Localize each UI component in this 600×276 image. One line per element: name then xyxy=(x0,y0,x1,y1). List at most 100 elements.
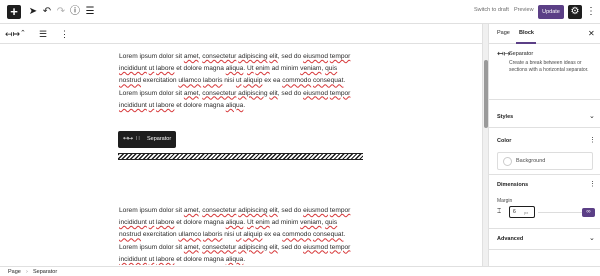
misspelled-word[interactable]: laboris xyxy=(203,77,222,84)
breadcrumb-item-separator[interactable]: Separator xyxy=(33,269,57,275)
more-options-icon[interactable]: ⋮ xyxy=(60,28,69,40)
sidebar-tabs: Page Block ✕ xyxy=(489,24,600,44)
misspelled-word[interactable]: adipiscing xyxy=(238,53,267,60)
align-icon[interactable]: ☰ xyxy=(39,28,47,40)
misspelled-word[interactable]: amet xyxy=(184,244,199,251)
misspelled-word[interactable]: commodo xyxy=(282,77,311,84)
advanced-panel-header[interactable]: Advanced ⌄ xyxy=(489,228,600,250)
misspelled-word[interactable]: aliqua xyxy=(226,256,244,263)
misspelled-word[interactable]: consequat xyxy=(313,231,343,238)
misspelled-word[interactable]: elit xyxy=(269,207,277,214)
select-tool-icon[interactable]: ➤ xyxy=(27,6,39,18)
chevron-down-icon[interactable]: ⌄ xyxy=(589,112,595,120)
switch-to-draft-link[interactable]: Switch to draft xyxy=(474,7,509,13)
misspelled-word[interactable]: ut xyxy=(149,102,155,109)
kebab-icon[interactable]: ⋮ xyxy=(586,5,596,19)
block-type-label: Separator xyxy=(147,136,172,142)
misspelled-word[interactable]: laboris xyxy=(203,231,222,238)
misspelled-word[interactable]: labore xyxy=(156,256,174,263)
misspelled-word[interactable]: veniam xyxy=(300,219,321,226)
misspelled-word[interactable]: ut xyxy=(149,256,155,263)
misspelled-word[interactable]: enim xyxy=(255,219,269,226)
misspelled-word[interactable]: Ut xyxy=(247,219,254,226)
paragraph-block[interactable]: Lorem ipsum dolor sit amet, consectetur … xyxy=(119,205,365,265)
undo-icon[interactable]: ↶ xyxy=(41,6,53,18)
breadcrumb-item-page[interactable]: Page xyxy=(8,269,21,275)
close-icon[interactable]: ✕ xyxy=(588,29,595,38)
tab-block[interactable]: Block xyxy=(519,30,534,36)
misspelled-word[interactable]: adipiscing xyxy=(238,207,267,214)
drag-handle-icon[interactable]: ∷ xyxy=(136,134,140,145)
misspelled-word[interactable]: consectetur xyxy=(202,207,236,214)
preview-link[interactable]: Preview xyxy=(514,7,534,13)
more-options-icon[interactable]: ⋮ xyxy=(589,180,596,188)
misspelled-word[interactable]: Ut xyxy=(247,65,254,72)
info-icon[interactable]: ⓘ xyxy=(69,6,81,18)
misspelled-word[interactable]: amet xyxy=(184,53,199,60)
misspelled-word[interactable]: incididunt xyxy=(119,256,147,263)
misspelled-word[interactable]: amet xyxy=(184,90,199,97)
margin-unit[interactable]: px xyxy=(524,210,528,215)
misspelled-word[interactable]: enim xyxy=(255,65,269,72)
misspelled-word[interactable]: aliquip xyxy=(243,77,262,84)
gear-icon[interactable]: ⚙ xyxy=(568,5,582,19)
misspelled-word[interactable]: ut xyxy=(149,65,155,72)
chevron-down-icon[interactable]: ⌄ xyxy=(589,234,595,242)
misspelled-word[interactable]: veniam xyxy=(300,65,321,72)
update-button[interactable]: Update xyxy=(538,5,564,19)
link-sides-icon[interactable]: ∞ xyxy=(582,208,595,217)
separator-icon[interactable]: ↤↦ xyxy=(5,28,20,40)
misspelled-word[interactable]: eiusmod xyxy=(303,207,328,214)
misspelled-word[interactable]: amet xyxy=(184,207,199,214)
misspelled-word[interactable]: labore xyxy=(156,65,174,72)
paragraph-block[interactable]: Lorem ipsum dolor sit amet, consectetur … xyxy=(119,51,365,112)
misspelled-word[interactable]: consectetur xyxy=(202,244,236,251)
misspelled-word[interactable]: commodo xyxy=(282,231,311,238)
separator-block[interactable] xyxy=(118,153,363,160)
misspelled-word[interactable]: adipiscing xyxy=(238,244,267,251)
misspelled-word[interactable]: eiusmod xyxy=(303,244,328,251)
separator-icon[interactable]: ↤↦ xyxy=(123,134,133,145)
misspelled-word[interactable]: tempor xyxy=(330,90,351,97)
margin-input[interactable]: 6 px xyxy=(509,206,535,218)
misspelled-word[interactable]: adipiscing xyxy=(238,90,267,97)
misspelled-word[interactable]: labore xyxy=(156,102,174,109)
misspelled-word[interactable]: eiusmod xyxy=(303,53,328,60)
styles-panel-header[interactable]: Styles ⌄ xyxy=(489,106,600,128)
list-view-icon[interactable]: ☰ xyxy=(84,6,96,18)
misspelled-word[interactable]: labore xyxy=(156,219,174,226)
misspelled-word[interactable]: ut xyxy=(236,77,242,84)
misspelled-word[interactable]: tempor xyxy=(330,244,351,251)
redo-icon[interactable]: ↷ xyxy=(55,6,67,18)
tab-page[interactable]: Page xyxy=(497,30,510,36)
misspelled-word[interactable]: incididunt xyxy=(119,65,147,72)
misspelled-word[interactable]: nostrud xyxy=(119,231,141,238)
misspelled-word[interactable]: aliqua xyxy=(226,102,244,109)
add-block-button[interactable]: + xyxy=(7,5,21,19)
misspelled-word[interactable]: incididunt xyxy=(119,219,147,226)
misspelled-word[interactable]: consequat xyxy=(313,77,343,84)
misspelled-word[interactable]: quis xyxy=(325,65,337,72)
misspelled-word[interactable]: consectetur xyxy=(202,90,236,97)
misspelled-word[interactable]: ullamco xyxy=(178,77,201,84)
misspelled-word[interactable]: consectetur xyxy=(202,53,236,60)
misspelled-word[interactable]: elit xyxy=(269,53,277,60)
misspelled-word[interactable]: aliquip xyxy=(243,231,262,238)
margin-slider[interactable] xyxy=(538,212,582,213)
misspelled-word[interactable]: tempor xyxy=(330,53,351,60)
misspelled-word[interactable]: elit xyxy=(269,244,277,251)
more-options-icon[interactable]: ⋮ xyxy=(589,136,596,144)
misspelled-word[interactable]: eiusmod xyxy=(303,90,328,97)
background-color-button[interactable]: Background xyxy=(497,152,593,170)
misspelled-word[interactable]: tempor xyxy=(330,207,351,214)
misspelled-word[interactable]: ullamco xyxy=(178,231,201,238)
misspelled-word[interactable]: ut xyxy=(236,231,242,238)
misspelled-word[interactable]: quis xyxy=(325,219,337,226)
misspelled-word[interactable]: elit xyxy=(269,90,277,97)
misspelled-word[interactable]: nostrud xyxy=(119,77,141,84)
misspelled-word[interactable]: aliqua xyxy=(226,219,244,226)
misspelled-word[interactable]: incididunt xyxy=(119,102,147,109)
misspelled-word[interactable]: aliqua xyxy=(226,65,244,72)
misspelled-word[interactable]: ut xyxy=(149,219,155,226)
move-updown-icon[interactable]: ⌃ xyxy=(20,28,26,40)
